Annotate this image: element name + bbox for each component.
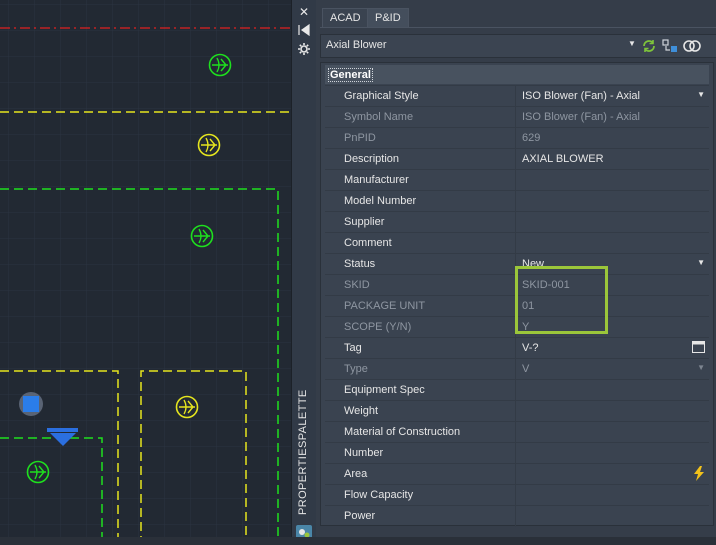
chevron-down-icon[interactable]: ▼ [628,39,636,48]
property-row-power[interactable]: Power [325,505,709,527]
property-name: Model Number [344,195,417,207]
column-divider [515,170,516,191]
tab-acad[interactable]: ACAD [322,8,369,28]
column-divider [515,359,516,380]
property-value[interactable]: V-? [522,342,539,354]
property-name: Equipment Spec [344,384,425,396]
palette-title-text: PROPERTIESPALETTE [297,389,309,515]
property-row-model-number[interactable]: Model Number [325,190,709,212]
palette-title: PROPERTIESPALETTE [292,389,317,515]
selection-grip [19,392,43,416]
column-divider [515,443,516,464]
object-type-value: Axial Blower [326,39,387,51]
chevron-down-icon: ▼ [697,363,705,372]
column-divider [515,212,516,233]
tabs-divider [320,27,716,28]
property-name: Symbol Name [344,111,414,123]
chevron-down-icon[interactable]: ▼ [697,90,705,99]
tab-pid[interactable]: P&ID [367,8,409,28]
property-row-tag[interactable]: Tag V-? [325,337,709,359]
property-row-graphical-style[interactable]: Graphical Style ISO Blower (Fan) - Axial ▼ [325,85,709,107]
column-divider [515,233,516,254]
property-row-type: Type V ▼ [325,358,709,380]
highlight-box [515,266,608,334]
property-row-material-of-construction[interactable]: Material of Construction [325,421,709,443]
palette-title-strip: ✕ PROPERTIESPALETTE [291,0,317,545]
property-row-supplier[interactable]: Supplier [325,211,709,233]
lightning-icon[interactable] [693,466,705,483]
column-divider [515,191,516,212]
property-value: ISO Blower (Fan) - Axial [522,111,640,123]
property-value[interactable]: AXIAL BLOWER [522,153,604,165]
property-value[interactable]: ISO Blower (Fan) - Axial [522,90,640,102]
property-name: Area [344,468,368,480]
column-divider [515,422,516,443]
property-name: Power [344,510,376,522]
drawing-graphics [0,0,291,545]
column-divider [515,149,516,170]
property-name: Description [344,153,400,165]
column-divider [515,485,516,506]
property-name: Manufacturer [344,174,409,186]
property-row-comment[interactable]: Comment [325,232,709,254]
auto-hide-icon[interactable] [296,23,312,39]
status-bar [0,537,716,545]
property-row-symbol-name: Symbol Name ISO Blower (Fan) - Axial [325,106,709,128]
property-row-equipment-spec[interactable]: Equipment Spec [325,379,709,401]
property-name: Flow Capacity [344,489,414,501]
property-row-weight[interactable]: Weight [325,400,709,422]
property-name: Graphical Style [344,90,419,102]
column-divider [515,506,516,527]
property-name: Status [344,258,376,270]
property-row-pnpid: PnPID 629 [325,127,709,149]
properties-palette: ACAD P&ID Axial Blower ▼ General Graphic… [316,0,716,545]
property-name: Type [344,363,368,375]
column-divider [515,380,516,401]
column-divider [515,128,516,149]
chevron-down-icon[interactable]: ▼ [697,258,705,267]
column-divider [515,401,516,422]
property-row-number[interactable]: Number [325,442,709,464]
column-divider [515,464,516,485]
column-divider [515,107,516,128]
property-row-flow-capacity[interactable]: Flow Capacity [325,484,709,506]
property-value: 629 [522,132,541,144]
properties-grid: General Graphical Style ISO Blower (Fan) … [320,62,714,527]
property-row-description[interactable]: Description AXIAL BLOWER [325,148,709,170]
property-row-manufacturer[interactable]: Manufacturer [325,169,709,191]
tag-editor-icon[interactable] [692,341,705,355]
quick-select-icon[interactable] [662,38,678,54]
property-name: Comment [344,237,392,249]
property-name: SKID [344,279,370,291]
property-row-area[interactable]: Area [325,463,709,485]
object-type-selector[interactable]: Axial Blower ▼ [320,34,716,58]
property-value: V [522,363,530,375]
property-name: Tag [344,342,362,354]
property-name: PACKAGE UNIT [344,300,426,312]
column-divider [515,86,516,107]
toggle-pickadd-icon[interactable] [683,38,701,54]
refresh-icon[interactable] [641,38,657,54]
category-header-general[interactable]: General [325,65,709,84]
column-divider [515,338,516,359]
property-name: Weight [344,405,379,417]
close-icon[interactable]: ✕ [296,4,312,20]
category-label: General [328,68,373,82]
property-name: SCOPE (Y/N) [344,321,412,333]
property-name: PnPID [344,132,376,144]
property-name: Material of Construction [344,426,461,438]
settings-icon[interactable] [296,42,312,58]
property-name: Supplier [344,216,385,228]
property-name: Number [344,447,384,459]
drawing-canvas[interactable] [0,0,291,545]
